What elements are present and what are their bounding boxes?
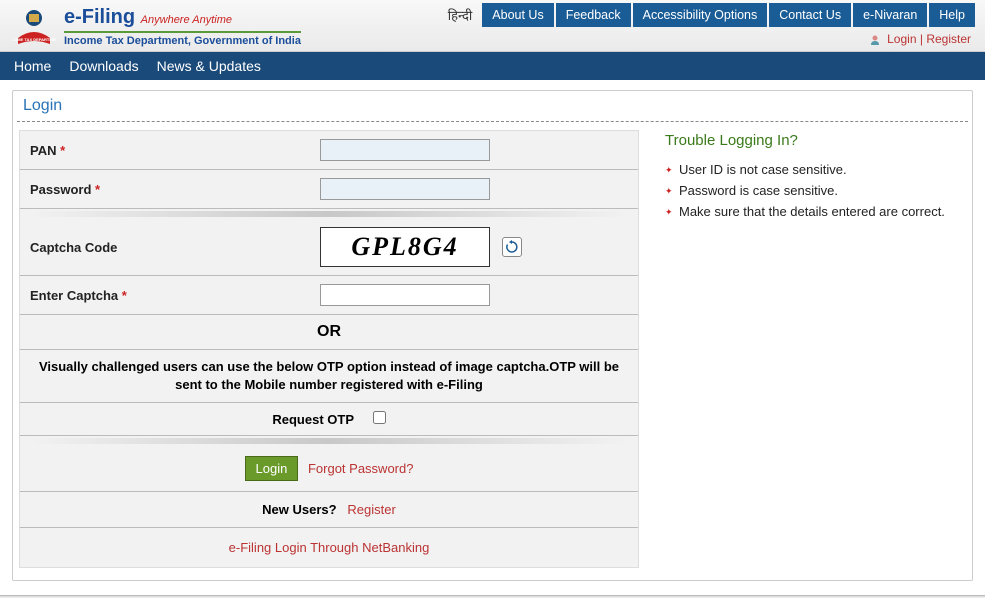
- refresh-icon: [505, 240, 519, 254]
- password-row: Password *: [20, 170, 638, 209]
- brand-name: e-Filing Anywhere Anytime: [64, 6, 301, 29]
- action-row: Login Forgot Password?: [20, 446, 638, 492]
- otp-description: Visually challenged users can use the be…: [20, 350, 638, 403]
- required-mark: *: [122, 288, 127, 303]
- svg-text:INCOME TAX DEPARTMENT: INCOME TAX DEPARTMENT: [12, 37, 56, 42]
- netbanking-link[interactable]: e-Filing Login Through NetBanking: [20, 528, 638, 567]
- mainnav-news[interactable]: News & Updates: [157, 58, 261, 74]
- enter-captcha-label: Enter Captcha *: [30, 288, 320, 303]
- pan-input[interactable]: [320, 139, 490, 161]
- or-divider: OR: [20, 315, 638, 350]
- help-item: Password is case sensitive.: [665, 180, 960, 201]
- pan-row: PAN *: [20, 131, 638, 170]
- login-register-links: Login | Register: [869, 32, 971, 46]
- nav-enivaran[interactable]: e-Nivaran: [853, 3, 927, 27]
- forgot-password-link[interactable]: Forgot Password?: [308, 461, 414, 476]
- mainnav-downloads[interactable]: Downloads: [69, 58, 138, 74]
- dashed-separator: [17, 121, 968, 122]
- page-wrap: Login PAN * Password * Captcha Code GPL8…: [0, 80, 985, 591]
- auth-sep: |: [920, 32, 923, 46]
- nav-about-us[interactable]: About Us: [482, 3, 553, 27]
- required-mark: *: [95, 182, 100, 197]
- help-item: User ID is not case sensitive.: [665, 159, 960, 180]
- nav-contact[interactable]: Contact Us: [769, 3, 851, 27]
- enter-captcha-label-text: Enter Captcha: [30, 288, 122, 303]
- login-form: PAN * Password * Captcha Code GPL8G4: [19, 130, 639, 568]
- help-list: User ID is not case sensitive. Password …: [665, 159, 960, 222]
- help-title: Trouble Logging In?: [665, 132, 960, 149]
- register-link[interactable]: Register: [926, 32, 971, 46]
- login-link[interactable]: Login: [887, 32, 916, 46]
- refresh-captcha-button[interactable]: [502, 237, 522, 257]
- top-bar: INCOME TAX DEPARTMENT e-Filing Anywhere …: [0, 0, 985, 52]
- captcha-image: GPL8G4: [320, 227, 490, 267]
- brand-text: e-Filing Anywhere Anytime Income Tax Dep…: [64, 6, 301, 47]
- main-nav: Home Downloads News & Updates: [0, 52, 985, 80]
- logo-area: INCOME TAX DEPARTMENT e-Filing Anywhere …: [12, 4, 301, 48]
- new-users-row: New Users? Register: [20, 492, 638, 528]
- captcha-label: Captcha Code: [30, 240, 320, 255]
- brand-tagline: Anywhere Anytime: [141, 14, 232, 26]
- nav-help[interactable]: Help: [929, 3, 975, 27]
- captcha-row: Captcha Code GPL8G4: [20, 219, 638, 276]
- login-button[interactable]: Login: [245, 456, 299, 481]
- nav-feedback[interactable]: Feedback: [556, 3, 631, 27]
- hindi-link[interactable]: हिन्दी: [448, 6, 473, 24]
- content-row: PAN * Password * Captcha Code GPL8G4: [13, 130, 972, 580]
- mainnav-home[interactable]: Home: [14, 58, 51, 74]
- help-item: Make sure that the details entered are c…: [665, 201, 960, 222]
- emblem-icon: INCOME TAX DEPARTMENT: [12, 4, 56, 48]
- gradient-divider: [30, 438, 628, 444]
- request-otp-label: Request OTP: [272, 412, 354, 427]
- otp-check-row: Request OTP: [20, 403, 638, 436]
- password-label-text: Password: [30, 182, 95, 197]
- gradient-divider: [30, 211, 628, 217]
- required-mark: *: [60, 143, 65, 158]
- login-panel: Login PAN * Password * Captcha Code GPL8…: [12, 90, 973, 581]
- captcha-input[interactable]: [320, 284, 490, 306]
- request-otp-checkbox[interactable]: [373, 411, 386, 424]
- password-input[interactable]: [320, 178, 490, 200]
- panel-title: Login: [13, 91, 972, 121]
- top-nav: हिन्दी About Us Feedback Accessibility O…: [448, 3, 975, 27]
- nav-accessibility[interactable]: Accessibility Options: [633, 3, 768, 27]
- pan-label-text: PAN: [30, 143, 60, 158]
- person-icon: [869, 34, 881, 46]
- pan-label: PAN *: [30, 143, 320, 158]
- new-users-question: New Users?: [262, 502, 336, 517]
- password-label: Password *: [30, 182, 320, 197]
- enter-captcha-row: Enter Captcha *: [20, 276, 638, 315]
- brand-name-text: e-Filing: [64, 6, 135, 28]
- help-column: Trouble Logging In? User ID is not case …: [659, 130, 966, 568]
- brand-dept: Income Tax Department, Government of Ind…: [64, 31, 301, 47]
- new-users-register-link[interactable]: Register: [347, 502, 395, 517]
